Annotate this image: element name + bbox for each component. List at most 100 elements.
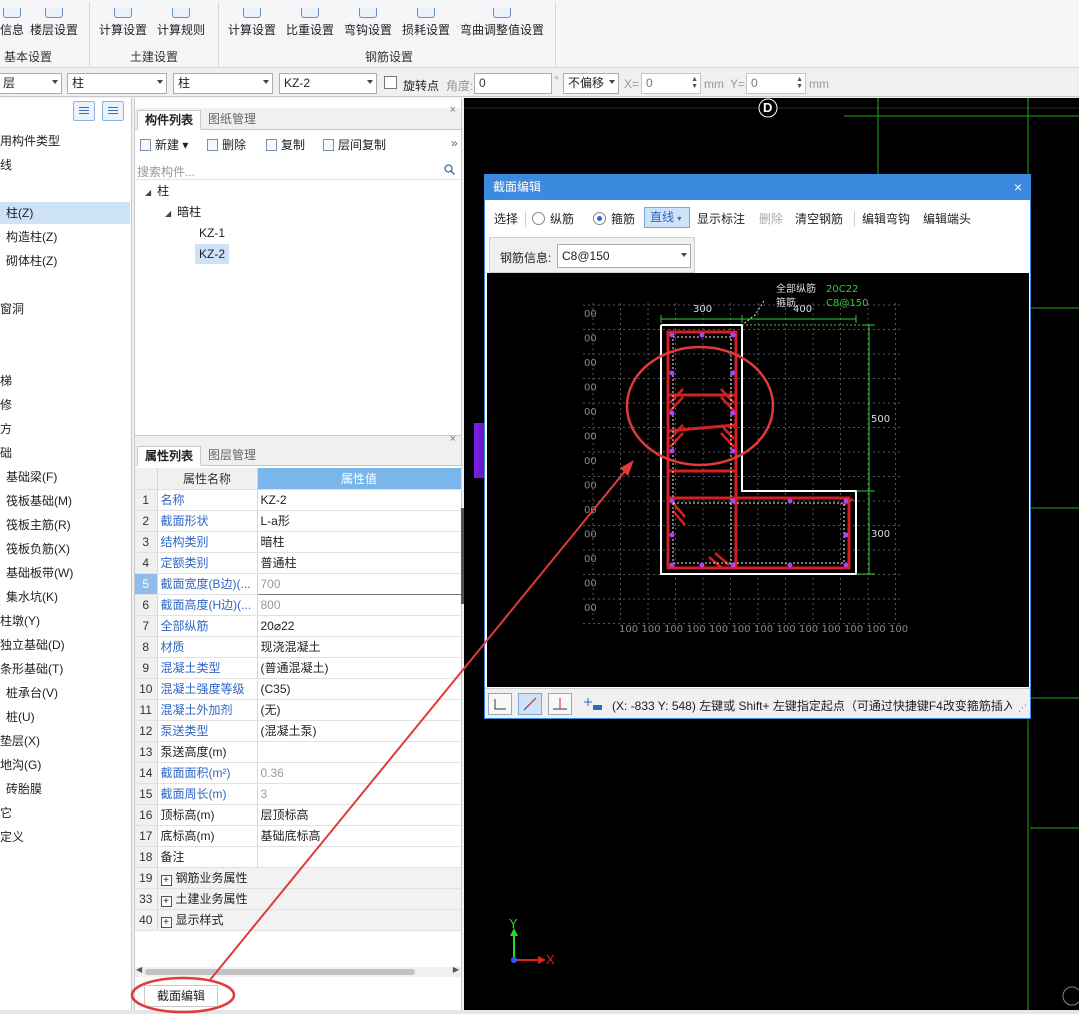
property-value[interactable]: [257, 888, 461, 910]
tree-item[interactable]: 桩(U): [0, 706, 130, 728]
property-row[interactable]: 19 + 钢筋业务属性: [135, 867, 461, 889]
property-row[interactable]: 4 定额类别 普通柱: [135, 552, 461, 574]
property-row[interactable]: 8 材质 现浇混凝土: [135, 636, 461, 658]
ortho-icon[interactable]: [488, 693, 512, 715]
component-combo[interactable]: KZ-2: [279, 73, 377, 94]
tree-item[interactable]: 条形基础(T): [0, 658, 130, 680]
floor-combo[interactable]: 层: [0, 73, 62, 94]
component-item-kz2[interactable]: KZ-2: [195, 244, 230, 264]
select-tool[interactable]: 选择: [494, 210, 518, 227]
property-value[interactable]: (普通混凝土): [257, 657, 461, 679]
longitudinal-radio[interactable]: 纵筋: [532, 210, 574, 227]
property-row[interactable]: 16 顶标高(m) 层顶标高: [135, 804, 461, 826]
property-row[interactable]: 5 截面宽度(B边)(... 700: [135, 572, 462, 595]
property-row[interactable]: 40 + 显示样式: [135, 909, 461, 931]
tree-item-column[interactable]: 柱(Z): [0, 202, 130, 224]
tree-node-column[interactable]: ◢ 柱: [145, 181, 169, 201]
delete-rebar-button[interactable]: 删除: [759, 210, 783, 227]
property-value[interactable]: 基础底标高: [257, 825, 461, 847]
tree-item[interactable]: 筏板负筋(X): [0, 538, 130, 560]
property-row[interactable]: 18 备注: [135, 846, 461, 868]
property-row[interactable]: 33 + 土建业务属性: [135, 888, 461, 910]
property-value[interactable]: 3: [257, 783, 461, 805]
tree-item[interactable]: 基础板带(W): [0, 562, 130, 584]
tab-layer-management[interactable]: 图层管理: [201, 446, 263, 466]
expand-plus-icon[interactable]: +: [160, 875, 172, 886]
hook-settings-button[interactable]: 弯钩设置: [344, 0, 392, 38]
close-icon[interactable]: ×: [1014, 175, 1022, 200]
property-value[interactable]: KZ-2: [257, 489, 461, 511]
line-snap-icon[interactable]: [518, 693, 542, 715]
loss-settings-button[interactable]: 损耗设置: [402, 0, 450, 38]
property-value[interactable]: 暗柱: [257, 531, 461, 553]
bend-adjust-settings-button[interactable]: 弯曲调整值设置: [460, 0, 544, 38]
property-value[interactable]: [257, 909, 461, 931]
tree-item[interactable]: 基础梁(F): [0, 466, 130, 488]
property-row[interactable]: 2 截面形状 L-a形: [135, 510, 461, 532]
tree-item[interactable]: 用构件类型: [0, 130, 130, 152]
scroll-right-icon[interactable]: ▶: [453, 965, 459, 974]
tree-item[interactable]: 垫层(X): [0, 730, 130, 752]
offset-combo[interactable]: 不偏移: [563, 73, 619, 94]
property-value[interactable]: 普通柱: [257, 552, 461, 574]
property-row[interactable]: 3 结构类别 暗柱: [135, 531, 461, 553]
component-item-kz1[interactable]: KZ-1: [199, 223, 225, 243]
property-row[interactable]: 14 截面面积(m²) 0.36: [135, 762, 461, 784]
clear-rebar-button[interactable]: 清空钢筋: [795, 210, 843, 227]
property-row[interactable]: 17 底标高(m) 基础底标高: [135, 825, 461, 847]
tree-item[interactable]: 筏板主筋(R): [0, 514, 130, 536]
property-row[interactable]: 13 泵送高度(m): [135, 741, 461, 763]
density-settings-button[interactable]: 比重设置: [286, 0, 334, 38]
close-icon[interactable]: ×: [450, 104, 456, 116]
property-row[interactable]: 1 名称 KZ-2: [135, 489, 461, 511]
property-row[interactable]: 9 混凝土类型 (普通混凝土): [135, 657, 461, 679]
property-value[interactable]: 20⌀22: [257, 615, 461, 637]
scroll-left-icon[interactable]: ◀: [136, 965, 142, 974]
tree-item[interactable]: 砌体柱(Z): [0, 250, 130, 272]
property-value[interactable]: 700: [256, 572, 462, 595]
tree-item[interactable]: 定义: [0, 826, 130, 848]
property-value[interactable]: (C35): [257, 678, 461, 700]
property-row[interactable]: 7 全部纵筋 20⌀22: [135, 615, 461, 637]
list-view-button[interactable]: [73, 101, 95, 121]
calc-rules-button[interactable]: 计算规则: [157, 0, 205, 38]
tree-node-hidden-column[interactable]: ◢ 暗柱: [165, 202, 201, 222]
property-value[interactable]: [257, 846, 461, 868]
tree-item[interactable]: 线: [0, 154, 130, 176]
property-value[interactable]: (混凝土泵): [257, 720, 461, 742]
x-offset-input[interactable]: 0 ▲ ▼: [641, 73, 701, 94]
tree-item[interactable]: 构造柱(Z): [0, 226, 130, 248]
property-row[interactable]: 15 截面周长(m) 3: [135, 783, 461, 805]
tree-item[interactable]: 窗洞: [0, 298, 130, 320]
tree-item[interactable]: 础: [0, 442, 130, 464]
tree-item[interactable]: 筏板基础(M): [0, 490, 130, 512]
property-row[interactable]: 11 混凝土外加剂 (无): [135, 699, 461, 721]
section-edit-tab[interactable]: 截面编辑: [144, 985, 218, 1007]
stirrup-radio[interactable]: 箍筋: [593, 210, 635, 227]
category-combo[interactable]: 柱: [67, 73, 167, 94]
horizontal-scrollbar[interactable]: ◀ ▶: [135, 965, 461, 977]
tree-item[interactable]: 方: [0, 418, 130, 440]
property-value[interactable]: (无): [257, 699, 461, 721]
grid-view-button[interactable]: [102, 101, 124, 121]
property-row[interactable]: 6 截面高度(H边)(... 800: [135, 594, 461, 616]
tree-item[interactable]: 柱墩(Y): [0, 610, 130, 632]
property-value[interactable]: 现浇混凝土: [257, 636, 461, 658]
property-value[interactable]: 800: [257, 594, 461, 616]
section-canvas[interactable]: 00 00 00 00 00 00 00 00 00 00 00 00 00 100 100 100 100 1…: [487, 273, 1029, 687]
show-dimension-button[interactable]: 显示标注: [697, 210, 745, 227]
y-offset-input[interactable]: 0 ▲ ▼: [746, 73, 806, 94]
search-input[interactable]: 搜索构件...: [135, 160, 461, 180]
property-row[interactable]: 12 泵送类型 (混凝土泵): [135, 720, 461, 742]
property-value[interactable]: [257, 741, 461, 763]
info-button[interactable]: 信息: [0, 0, 24, 38]
floor-settings-button[interactable]: 楼层设置: [30, 0, 78, 38]
angle-input[interactable]: 0: [474, 73, 552, 94]
copy-button[interactable]: 复制: [266, 136, 305, 153]
line-mode-dropdown[interactable]: 直线 ▾: [644, 207, 690, 228]
edit-hook-button[interactable]: 编辑弯钩: [862, 210, 910, 227]
scrollbar-thumb[interactable]: [145, 969, 415, 975]
edit-end-button[interactable]: 编辑端头: [923, 210, 971, 227]
copy-between-floors-button[interactable]: 层间复制: [323, 136, 386, 153]
add-point-icon[interactable]: [581, 693, 605, 715]
